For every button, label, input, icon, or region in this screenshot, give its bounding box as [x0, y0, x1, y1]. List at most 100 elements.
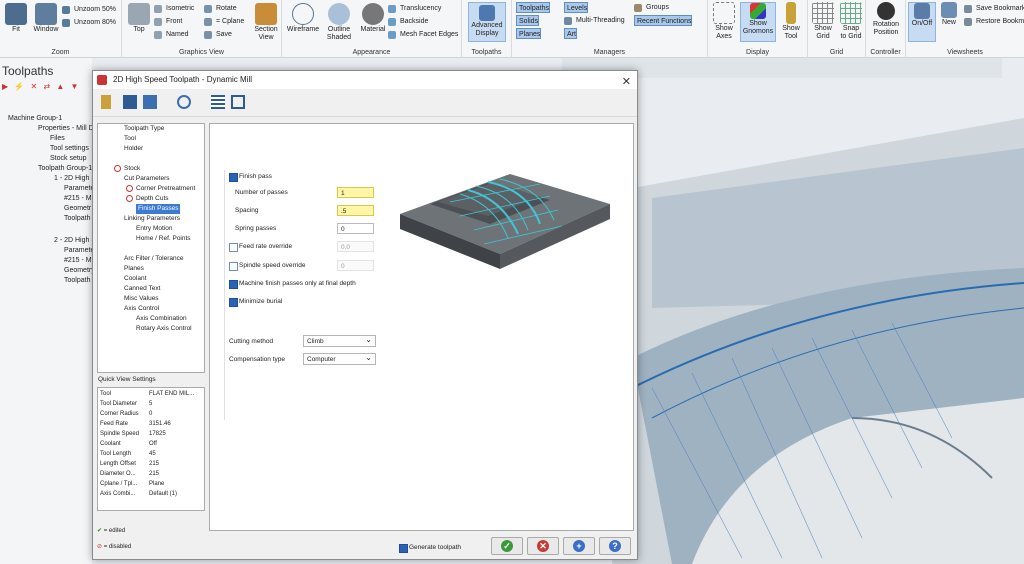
named-button[interactable]: Named: [154, 29, 189, 40]
snap-to-grid-button[interactable]: Snap to Grid: [838, 2, 864, 41]
quick-view-settings: Quick View Settings Tool FLAT END MIL... …: [97, 375, 205, 511]
mesh-edges-button[interactable]: Mesh Facet Edges: [388, 29, 458, 40]
section-view-icon: [255, 3, 277, 25]
rotation-position-button[interactable]: Rotation Position: [868, 2, 904, 37]
outline-shaded-button[interactable]: Outline Shaded: [322, 3, 356, 42]
dynamic-mill-dialog: 2D High Speed Toolpath - Dynamic Mill ✕ …: [92, 70, 638, 560]
zoom-group: Fit Window Unzoom 50% Unzoom 80% Zoom: [0, 0, 122, 58]
finish-passes-panel: Finish pass Number of passes 1 Spacing .…: [209, 123, 634, 531]
rotate-button[interactable]: Rotate: [204, 3, 237, 14]
param-cut-parameters[interactable]: Cut Parameters: [124, 174, 170, 184]
tree-machine-group[interactable]: Machine Group-1: [8, 114, 100, 124]
solids-manager-toggle[interactable]: Solids: [516, 15, 540, 26]
table-icon[interactable]: [211, 95, 225, 109]
spindle-override-checkbox[interactable]: Spindle speed override: [229, 261, 306, 271]
settings-icon[interactable]: [177, 95, 191, 109]
section-view-button[interactable]: Section View: [252, 3, 280, 42]
art-manager-toggle[interactable]: Art: [564, 28, 577, 39]
export-icon[interactable]: [143, 95, 157, 109]
save-icon[interactable]: [123, 95, 137, 109]
fit-button[interactable]: Fit: [4, 3, 28, 34]
cancel-button[interactable]: ✕: [527, 537, 559, 555]
isometric-button[interactable]: Isometric: [154, 3, 194, 14]
restore-bookmark-button[interactable]: Restore Bookma: [964, 16, 1024, 27]
show-grid-button[interactable]: Show Grid: [810, 2, 836, 41]
top-view-button[interactable]: Top: [128, 3, 150, 34]
wireframe-button[interactable]: Wireframe: [286, 3, 320, 34]
levels-manager-toggle[interactable]: Levels: [564, 2, 589, 13]
window-button[interactable]: Window: [32, 3, 60, 34]
toolpaths-manager-toggle[interactable]: Toolpaths: [516, 2, 550, 13]
fit-icon: [5, 3, 27, 25]
managers-group: Toolpaths Solids Planes Levels Multi-Thr…: [512, 0, 708, 58]
show-axes-button[interactable]: Show Axes: [710, 2, 738, 41]
param-rotary-axis-control[interactable]: Rotary Axis Control: [136, 324, 192, 334]
finish-pass-checkbox[interactable]: Finish pass: [229, 172, 272, 182]
spacing-input[interactable]: .5: [337, 205, 374, 216]
viewsheets-onoff-button[interactable]: On/Off: [908, 2, 936, 42]
ok-button[interactable]: ✓: [491, 537, 523, 555]
backside-button[interactable]: Backside: [388, 16, 428, 27]
show-gnomons-button[interactable]: Show Gnomons: [740, 2, 776, 42]
window-icon[interactable]: [231, 95, 245, 109]
generate-toolpath-checkbox[interactable]: Generate toolpath: [399, 543, 461, 553]
save-view-button[interactable]: Save: [204, 29, 232, 40]
param-coolant[interactable]: Coolant: [124, 274, 146, 284]
param-home-ref-points[interactable]: Home / Ref. Points: [136, 234, 191, 244]
spindle-speed-input[interactable]: 0: [337, 260, 374, 271]
managers-label: Managers: [593, 49, 626, 56]
save-bookmark-button[interactable]: Save Bookmark: [964, 3, 1024, 14]
multithreading-button[interactable]: Multi-Threading: [564, 15, 625, 26]
param-linking-parameters[interactable]: Linking Parameters: [124, 214, 180, 224]
cplane-button[interactable]: = Cplane: [204, 16, 244, 27]
param-entry-motion[interactable]: Entry Motion: [136, 224, 173, 234]
new-viewsheet-button[interactable]: New: [938, 2, 960, 27]
param-tool[interactable]: Tool: [124, 134, 136, 144]
check-icon: ✔: [97, 528, 103, 534]
feed-rate-override-checkbox[interactable]: Feed rate override: [229, 242, 292, 252]
help-button[interactable]: ?: [599, 537, 631, 555]
unzoom80-button[interactable]: Unzoom 80%: [62, 17, 116, 28]
param-axis-combination[interactable]: Axis Combination: [136, 314, 187, 324]
param-stock[interactable]: Stock: [124, 164, 140, 174]
num-passes-input[interactable]: 1: [337, 187, 374, 198]
machine-final-depth-checkbox[interactable]: Machine finish passes only at final dept…: [229, 279, 356, 289]
add-icon: +: [573, 540, 585, 552]
minimize-burial-checkbox[interactable]: Minimize burial: [229, 297, 282, 307]
param-finish-passes[interactable]: Finish Passes: [136, 204, 181, 214]
param-arc-filter[interactable]: Arc Filter / Tolerance: [124, 254, 183, 264]
spring-passes-input[interactable]: 0: [337, 223, 374, 234]
ribbon: Fit Window Unzoom 50% Unzoom 80% Zoom To…: [0, 0, 1024, 58]
material-button[interactable]: Material: [356, 3, 390, 34]
cutting-method-select[interactable]: Climb: [303, 334, 376, 347]
feed-rate-input[interactable]: 0.0: [337, 241, 374, 252]
param-planes[interactable]: Planes: [124, 264, 144, 274]
toolpaths-manager-panel: Toolpaths ▶ ⚡ ✕ ⇄ ▲ ▼ Machine Group-1 Pr…: [0, 58, 100, 564]
grid-group: Show Grid Snap to Grid Grid: [808, 0, 866, 58]
groups-button[interactable]: Groups: [634, 2, 669, 13]
show-tool-button[interactable]: Show Tool: [778, 2, 804, 41]
param-depth-cuts[interactable]: Depth Cuts: [136, 194, 169, 204]
recent-functions-toggle[interactable]: Recent Functions: [634, 15, 693, 26]
advanced-display-button[interactable]: Advanced Display: [468, 2, 506, 42]
param-toolpath-type[interactable]: Toolpath Type: [124, 124, 164, 134]
param-misc-values[interactable]: Misc Values: [124, 294, 159, 304]
display-label: Display: [746, 49, 769, 56]
param-canned-text[interactable]: Canned Text: [124, 284, 160, 294]
param-holder[interactable]: Holder: [124, 144, 143, 154]
tool-pin-icon[interactable]: [101, 95, 111, 109]
cube-icon: [128, 3, 150, 25]
unzoom50-button[interactable]: Unzoom 50%: [62, 4, 116, 15]
add-button[interactable]: +: [563, 537, 595, 555]
disabled-stock-icon: [114, 165, 121, 172]
compensation-type-select[interactable]: Computer: [303, 352, 376, 365]
translucency-button[interactable]: Translucency: [388, 3, 441, 14]
toolpaths-toolbar[interactable]: ▶ ⚡ ✕ ⇄ ▲ ▼: [2, 82, 80, 91]
dialog-title-bar[interactable]: 2D High Speed Toolpath - Dynamic Mill ✕: [93, 71, 637, 89]
front-button[interactable]: Front: [154, 16, 182, 27]
window-zoom-icon: [35, 3, 57, 25]
param-corner-pretreatment[interactable]: Corner Pretreatment: [136, 184, 195, 194]
snap-grid-icon: [840, 2, 862, 24]
planes-manager-toggle[interactable]: Planes: [516, 28, 542, 39]
param-axis-control[interactable]: Axis Control: [124, 304, 159, 314]
